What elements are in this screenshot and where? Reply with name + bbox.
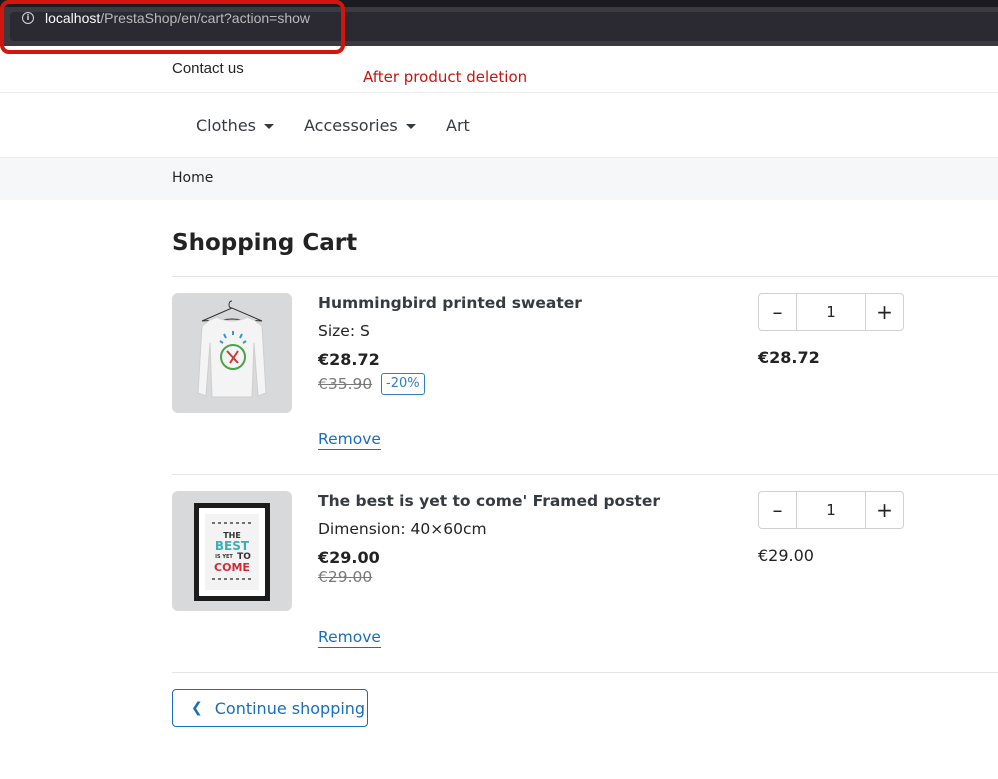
page-title: Shopping Cart (172, 230, 358, 256)
remove-item-button[interactable]: Remove (318, 628, 381, 648)
annotation-highlight-box (0, 0, 345, 54)
continue-shopping-button[interactable]: ❮ Continue shopping (172, 689, 368, 727)
product-regular-price: €29.00 (318, 568, 373, 586)
product-attribute: Size: S (318, 322, 370, 340)
product-name-link[interactable]: Hummingbird printed sweater (318, 294, 582, 312)
menu-item-art[interactable]: Art (446, 116, 470, 135)
header-divider (0, 92, 998, 93)
product-price: €28.72 (318, 350, 380, 369)
annotation-note: After product deletion (363, 68, 528, 86)
decrease-quantity-button[interactable]: – (759, 492, 797, 528)
product-thumbnail-sweater[interactable] (172, 293, 292, 413)
breadcrumb-home[interactable]: Home (172, 170, 213, 186)
menu-label-clothes: Clothes (196, 116, 256, 135)
minus-icon: – (772, 498, 783, 522)
plus-icon: + (876, 498, 893, 522)
minus-icon: – (772, 300, 783, 324)
cart-divider (172, 672, 998, 673)
menu-item-clothes[interactable]: Clothes (196, 116, 274, 135)
increase-quantity-button[interactable]: + (865, 492, 903, 528)
poster-text-come: COME (214, 561, 250, 574)
quantity-input[interactable]: 1 (797, 294, 865, 330)
product-thumbnail-poster[interactable]: THE BEST IS YET TO COME (172, 491, 292, 611)
poster-text-best: BEST (215, 539, 250, 553)
poster-text-is-yet: IS YET (215, 554, 233, 560)
product-attribute: Dimension: 40×60cm (318, 520, 487, 538)
sweater-image (197, 300, 267, 398)
product-regular-price: €35.90 (318, 375, 373, 393)
caret-down-icon (405, 124, 416, 129)
increase-quantity-button[interactable]: + (865, 294, 903, 330)
menu-item-accessories[interactable]: Accessories (304, 116, 416, 135)
menu-label-art: Art (446, 116, 470, 135)
contact-us-link[interactable]: Contact us (172, 60, 244, 77)
chevron-left-icon: ❮ (191, 700, 203, 716)
breadcrumb-bar (0, 157, 998, 200)
remove-item-button[interactable]: Remove (318, 430, 381, 450)
caret-down-icon (264, 124, 274, 129)
discount-badge: -20% (381, 373, 425, 395)
line-total: €28.72 (758, 348, 820, 367)
line-total: €29.00 (758, 546, 814, 565)
cart-divider (172, 474, 998, 475)
product-name-link[interactable]: The best is yet to come' Framed poster (318, 492, 660, 510)
quantity-stepper[interactable]: – 1 + (758, 491, 904, 529)
plus-icon: + (876, 300, 893, 324)
product-price: €29.00 (318, 548, 380, 567)
menu-label-accessories: Accessories (304, 116, 398, 135)
cart-divider (172, 276, 998, 277)
quantity-stepper[interactable]: – 1 + (758, 293, 904, 331)
poster-image: THE BEST IS YET TO COME (194, 503, 270, 601)
decrease-quantity-button[interactable]: – (759, 294, 797, 330)
continue-shopping-label: Continue shopping (214, 698, 366, 718)
quantity-input[interactable]: 1 (797, 492, 865, 528)
